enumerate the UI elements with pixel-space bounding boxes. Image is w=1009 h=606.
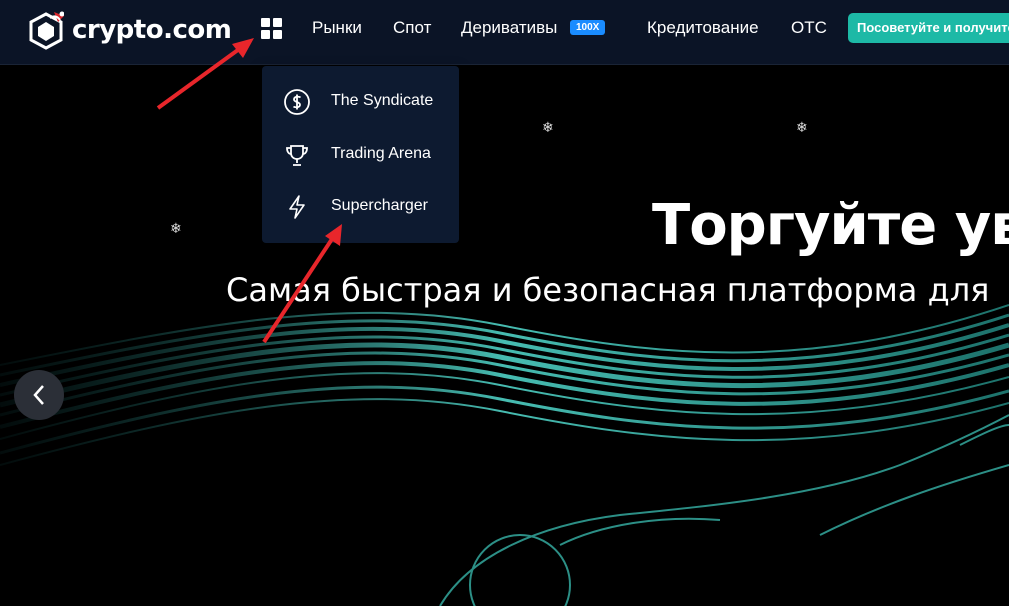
nav-lending[interactable]: Кредитование — [647, 18, 759, 38]
dropdown-item-syndicate[interactable]: The Syndicate — [262, 82, 459, 122]
nav-derivatives[interactable]: Деривативы — [461, 18, 557, 38]
carousel-prev-button[interactable] — [14, 370, 64, 420]
dropdown-item-supercharger[interactable]: Supercharger — [262, 187, 459, 227]
nav-otc[interactable]: OTC — [791, 18, 827, 38]
dollar-coin-icon — [284, 89, 310, 115]
apps-grid-icon[interactable] — [261, 18, 283, 40]
hero-background-waves — [0, 304, 1009, 606]
hero-banner: ❄ ❄ ❄ Торгуйте уверенно Самая быстрая и … — [0, 65, 1009, 606]
snowflake-icon: ❄ — [170, 220, 182, 236]
crypto-com-logo[interactable]: crypto.com — [28, 10, 232, 50]
nav-markets[interactable]: Рынки — [312, 18, 362, 38]
snowflake-icon: ❄ — [796, 119, 808, 135]
crypto-com-lion-icon — [29, 11, 64, 50]
apps-dropdown-menu: The Syndicate Trading Arena Supercharger — [262, 66, 459, 243]
snowflake-icon: ❄ — [542, 119, 554, 135]
refer-cta-button[interactable]: Посоветуйте и получите — [848, 13, 1009, 43]
chevron-left-icon — [33, 385, 44, 405]
dropdown-item-label: Trading Arena — [331, 145, 431, 162]
hero-subtitle: Самая быстрая и безопасная платформа для — [226, 271, 990, 309]
logo-text: crypto.com — [72, 15, 232, 45]
trophy-icon — [286, 145, 308, 166]
leverage-badge: 100X — [570, 20, 606, 35]
top-navigation-bar: crypto.com Рынки Спот Деривативы 100X Кр… — [0, 0, 1009, 65]
dropdown-item-label: The Syndicate — [331, 92, 434, 109]
lightning-icon — [289, 195, 305, 219]
hero-title: Торгуйте уверенно — [652, 193, 1009, 258]
nav-spot[interactable]: Спот — [393, 18, 431, 38]
dropdown-item-trading-arena[interactable]: Trading Arena — [262, 135, 459, 175]
dropdown-item-label: Supercharger — [331, 197, 428, 214]
